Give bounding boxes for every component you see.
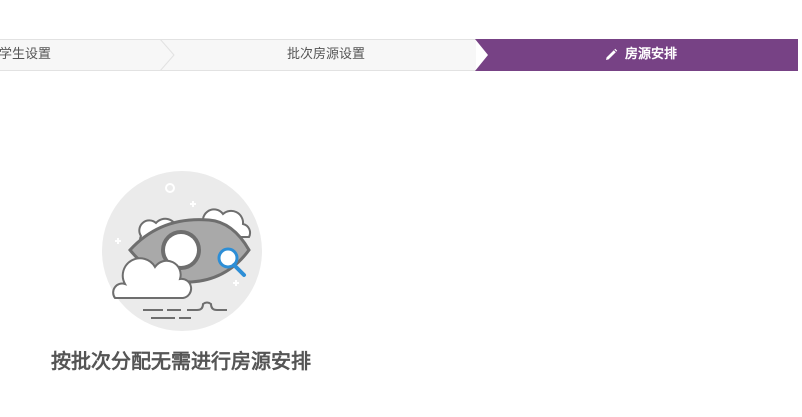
step-label: 批次房源设置 [287,47,366,62]
pencil-icon [606,48,618,60]
step-label: 学生设置 [0,47,52,62]
eye-search-illustration [102,171,262,331]
step-room-arrangement[interactable]: 房源安排 [604,39,677,71]
step-batch-room-settings[interactable]: 批次房源设置 [287,39,365,71]
page-root: 学生设置 批次房源设置 房源安排 按批次分配无需进行房源安排 [0,0,802,417]
empty-state-message: 按批次分配无需进行房源安排 [51,349,311,373]
step-label: 房源安排 [625,47,678,62]
step-bar-background [0,39,798,71]
inactive-steps-bg [0,39,476,71]
step-progress-bar: 学生设置 批次房源设置 房源安排 [0,39,802,71]
step-student-settings[interactable]: 学生设置 [0,39,51,71]
